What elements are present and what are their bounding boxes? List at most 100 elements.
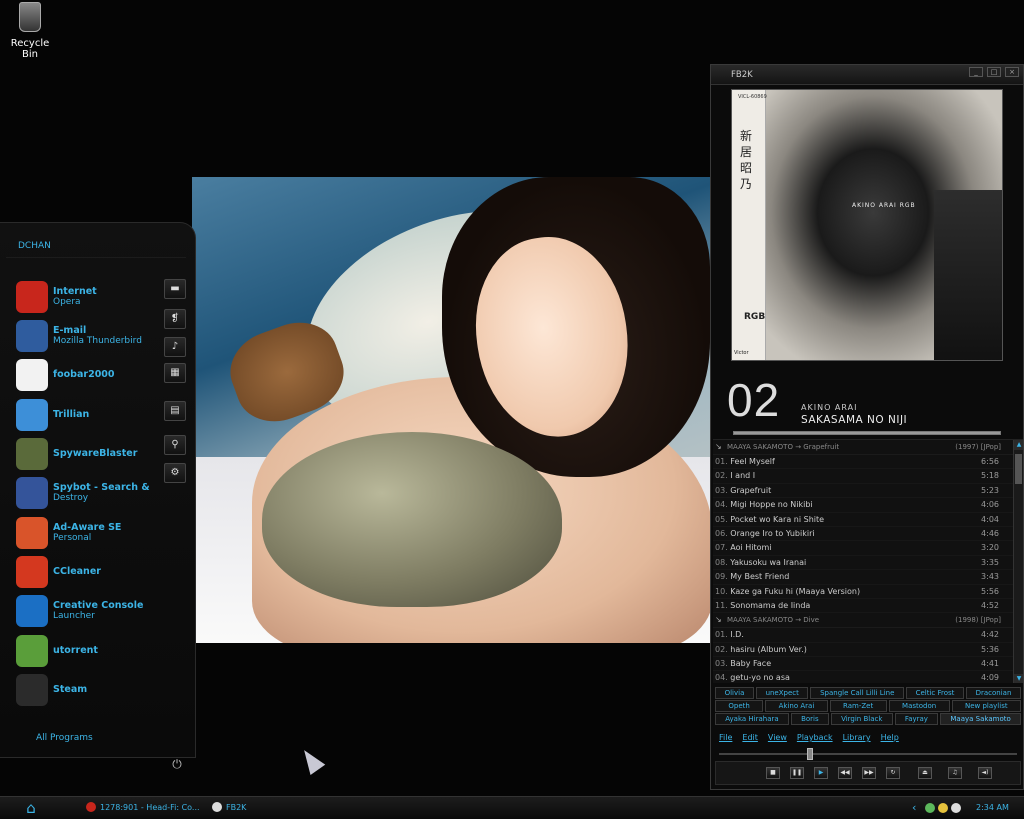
seek-bar[interactable] [719,748,1017,760]
start-menu-item[interactable]: Spybot - Search & Destroy [16,475,150,511]
playlist-tab[interactable]: Mastodon [888,700,950,712]
random-button[interactable]: ↻ [886,767,900,779]
group-title: MAAYA SAKAMOTO → Dive [727,616,820,625]
menu-item-library[interactable]: Library [843,733,871,742]
playlist-group-header[interactable]: ↘ MAAYA SAKAMOTO → Grapefruit (1997) [JPop… [713,440,1023,455]
playlist-track-row[interactable]: 05. Pocket wo Kara ni Shite 4:04 [713,513,1023,527]
playlist-scrollbar[interactable]: ▲ ▼ [1013,440,1023,683]
home-icon[interactable]: ⌂ [22,799,40,817]
start-menu-item[interactable]: foobar2000 [16,357,115,393]
menu-item-playback[interactable]: Playback [797,733,833,742]
app-name: Steam [53,684,88,695]
playlist-track-row[interactable]: 03. Baby Face 4:41 [713,657,1023,672]
menu-item-file[interactable]: File [719,733,732,742]
pictures-button[interactable]: ▦ [164,363,186,383]
playlist-track-row[interactable]: 01. I.D. 4:42 [713,628,1023,643]
app-subtitle: Launcher [53,611,95,621]
playlist-tab[interactable]: Maaya Sakamoto [940,713,1021,725]
track-progress-bar[interactable] [733,431,1001,435]
playlist-track-row[interactable]: 04. Migi Hoppe no Nikibi 4:06 [713,498,1023,513]
playlist-group-header[interactable]: ↘ MAAYA SAKAMOTO → Dive (1998) [JPop] [713,613,1023,629]
app-subtitle: Personal [53,533,92,543]
playlist-tab[interactable]: Spangle Call Lilli Line [810,687,904,699]
recycle-bin[interactable]: Recycle Bin [4,2,56,60]
window-title: FB2K [731,70,753,80]
playlist-tab[interactable]: Ayaka Hirahara [715,713,789,725]
scrollbar-thumb[interactable] [1015,454,1022,484]
desktop: Recycle Bin DCHAN Internet Opera E-mail Moz… [0,0,1024,819]
documents-button[interactable]: ❡ [164,309,186,329]
menu-item-help[interactable]: Help [881,733,899,742]
computer-button[interactable]: ▬ [164,279,186,299]
track-index: 03. [715,485,728,495]
window-titlebar[interactable]: FB2K _ □ × [711,65,1023,85]
start-menu-item[interactable]: Trillian [16,397,89,433]
play-button[interactable]: ▶ [814,767,828,779]
playlist-tab[interactable]: Boris [790,713,829,725]
playlist-track-row[interactable]: 03. Grapefruit 5:23 [713,484,1023,499]
playlist-track-row[interactable]: 09. My Best Friend 3:43 [713,570,1023,585]
seek-knob[interactable] [806,748,813,760]
track-name: Migi Hoppe no Nikibi [730,500,813,510]
record-label: Victor [734,350,749,356]
playlist-tab[interactable]: Virgin Black [830,713,893,725]
playlist-track-row[interactable]: 02. I and I 5:18 [713,469,1023,484]
volume-icon[interactable]: ◄) [978,767,992,779]
album-catalog-number: VICL-60869 [738,94,767,100]
start-menu-item[interactable]: E-mail Mozilla Thunderbird [16,318,142,354]
playlist-tab[interactable]: New playlist [951,700,1021,712]
playlist-tab[interactable]: Ram-Zet [829,700,887,712]
minimize-button[interactable]: _ [969,67,983,77]
all-programs-link[interactable]: All Programs [36,733,93,743]
playlist-track-row[interactable]: 01. Feel Myself 6:56 [713,455,1023,470]
track-index: 08. [715,557,728,567]
menu-item-view[interactable]: View [768,733,787,742]
playlist-track-row[interactable]: 11. Sonomama de Iinda 4:52 [713,599,1023,614]
playlist-tab[interactable]: Olivia [715,687,754,699]
next-button[interactable]: ▶▶ [862,767,876,779]
messenger-icon[interactable] [938,802,949,813]
run-button[interactable]: ⚙ [164,463,186,483]
start-menu-item[interactable]: Steam [16,672,87,708]
pause-button[interactable]: ❚❚ [790,767,804,779]
foobar-tray-icon[interactable] [951,802,962,813]
control-panel-button[interactable]: ▤ [164,401,186,421]
group-year-genre: (1997) [JPop] [955,443,1001,451]
start-menu-item[interactable]: Internet Opera [16,279,97,315]
scroll-down-icon[interactable]: ▼ [1014,674,1023,683]
playlist-track-row[interactable]: 04. getu-yo no asa 4:09 [713,671,1023,683]
search-button[interactable]: ⚲ [164,435,186,455]
start-menu-item[interactable]: SpywareBlaster [16,436,137,472]
playlist-track-row[interactable]: 10. Kaze ga Fuku hi (Maaya Version) 5:56 [713,585,1023,599]
playlist-track-row[interactable]: 08. Yakusoku wa Iranai 3:35 [713,556,1023,571]
network-icon[interactable] [925,802,936,813]
maximize-button[interactable]: □ [987,67,1001,77]
scroll-up-icon[interactable]: ▲ [1014,440,1023,450]
start-menu-item[interactable]: Ad-Aware SE Personal [16,515,121,551]
playlist-tab[interactable]: Celtic Frost [906,687,965,699]
start-menu-item[interactable]: utorrent [16,633,98,669]
playlist-tab[interactable]: Fayray [894,713,939,725]
eject-button[interactable]: ⏏ [918,767,932,779]
taskbar-item-fb2k[interactable]: FB2K [212,802,246,812]
playlist-button[interactable]: ♫ [948,767,962,779]
playlist-tab[interactable]: Draconian [966,687,1021,699]
playlist-track-row[interactable]: 02. hasiru (Album Ver.) 5:36 [713,643,1023,658]
menu-item-edit[interactable]: Edit [742,733,758,742]
recycle-bin-icon[interactable] [19,2,41,32]
power-icon[interactable]: ⏻ [168,757,186,775]
track-duration: 4:09 [981,673,999,683]
music-button[interactable]: ♪ [164,337,186,357]
taskbar-item-opera[interactable]: 1278:901 - Head-Fi: Co... [86,802,200,812]
stop-button[interactable]: ■ [766,767,780,779]
tray-expand-icon[interactable]: ‹ [912,801,916,814]
playlist-tab[interactable]: uneXpect [755,687,809,699]
playlist-tab[interactable]: Akino Arai [765,700,828,712]
close-button[interactable]: × [1005,67,1019,77]
start-menu-item[interactable]: Creative Console Launcher [16,593,143,629]
start-menu-item[interactable]: CCleaner [16,554,101,590]
previous-button[interactable]: ◀◀ [838,767,852,779]
playlist-tab[interactable]: Opeth [715,700,764,712]
playlist-track-row[interactable]: 07. Aoi Hitomi 3:20 [713,541,1023,556]
playlist-track-row[interactable]: 06. Orange Iro to Yubikiri 4:46 [713,527,1023,542]
